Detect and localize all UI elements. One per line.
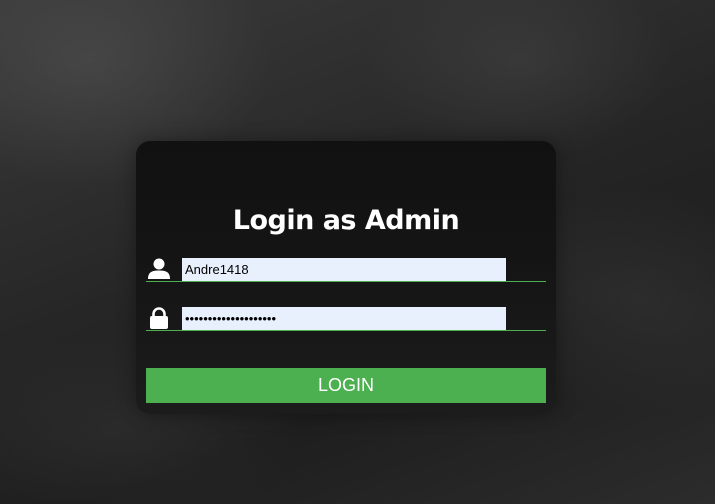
password-input[interactable] xyxy=(182,307,506,330)
username-input[interactable] xyxy=(182,258,506,281)
password-row xyxy=(146,306,546,331)
login-card: Login as Admin LOGIN xyxy=(136,141,556,414)
username-row xyxy=(146,257,546,282)
page-title: Login as Admin xyxy=(232,205,460,236)
lock-icon xyxy=(146,306,172,330)
login-button[interactable]: LOGIN xyxy=(146,368,546,403)
user-icon xyxy=(146,257,172,281)
